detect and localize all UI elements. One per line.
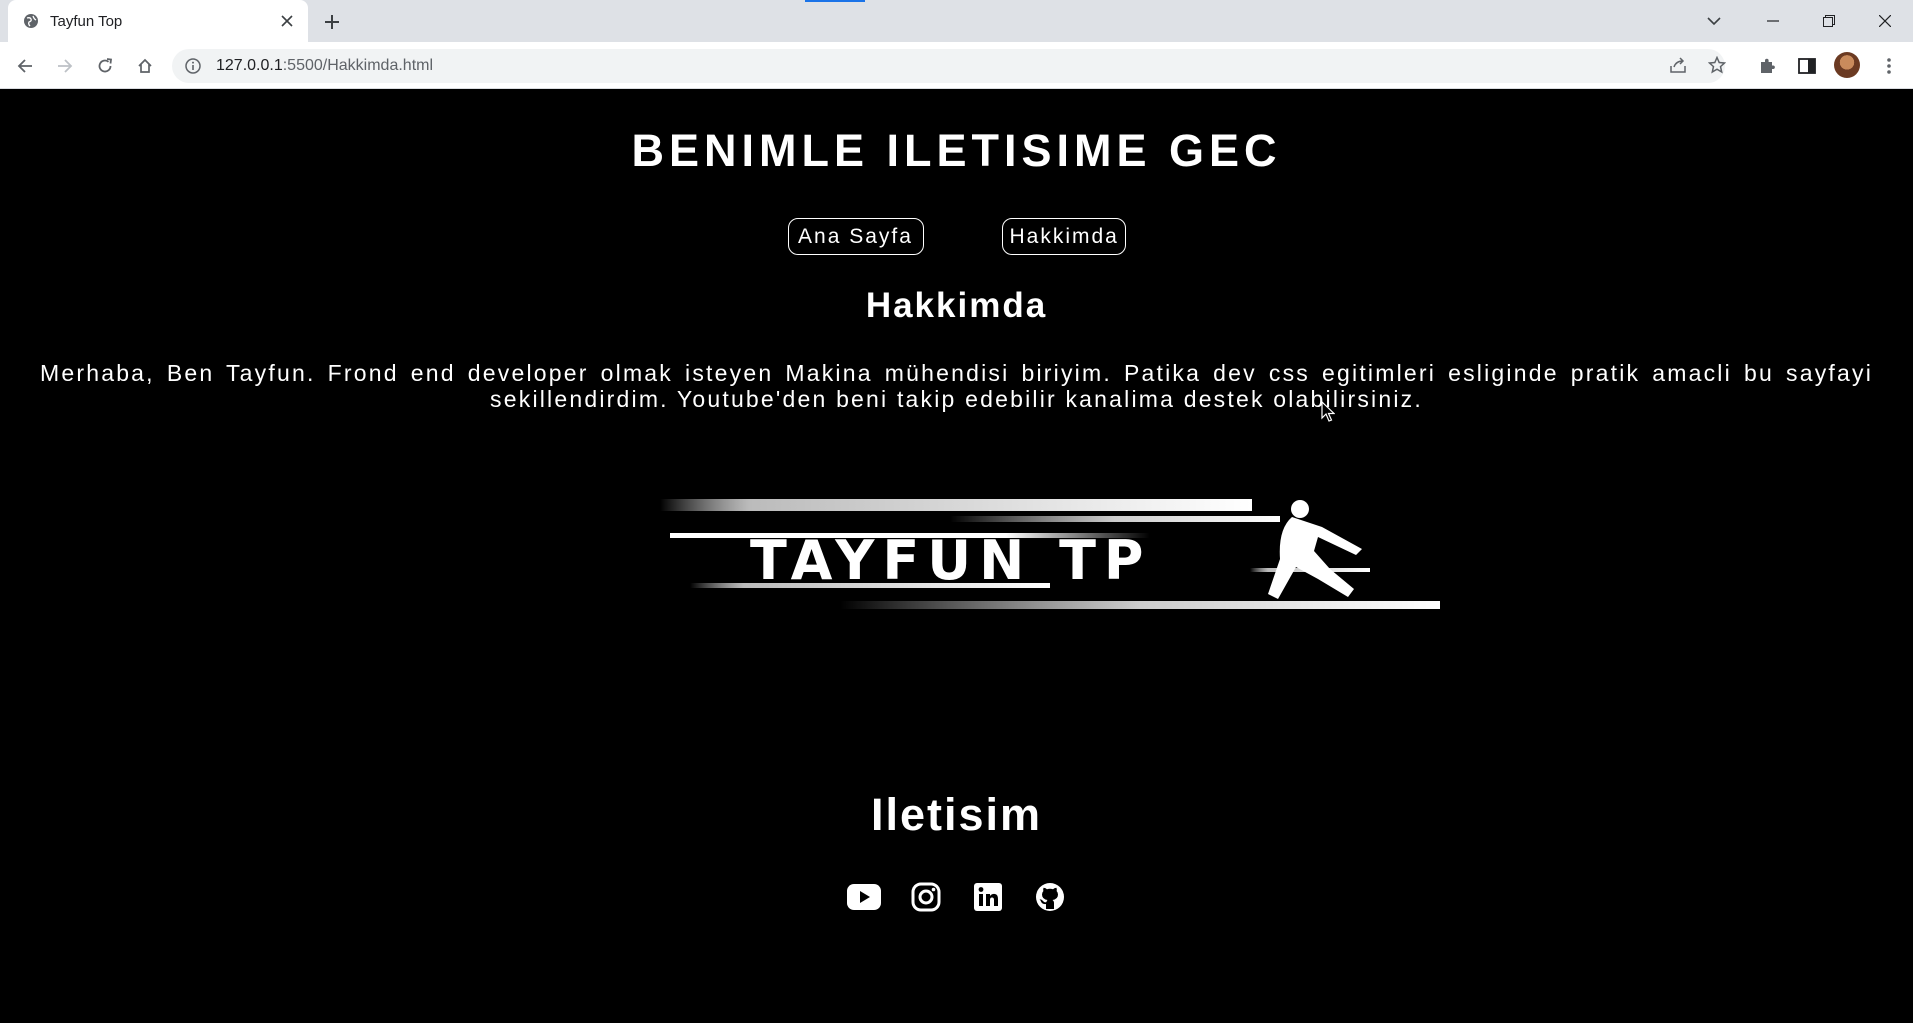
url-host: 127.0.0.1 (216, 57, 283, 74)
site-logo: TAYFUN TP (660, 499, 1440, 609)
about-text: Merhaba, Ben Tayfun. Frond end developer… (40, 360, 1873, 412)
info-icon[interactable] (184, 57, 202, 75)
side-panel-icon[interactable] (1791, 50, 1823, 82)
contact-title: Iletisim (870, 789, 1043, 840)
logo-text: TAYFUN TP (750, 529, 1152, 592)
star-icon[interactable] (1702, 50, 1732, 80)
tab-title: Tayfun Top (50, 12, 123, 30)
plus-icon[interactable] (318, 8, 346, 36)
address-bar[interactable]: 127.0.0.1:5500/Hakkimda.html (172, 49, 1725, 83)
linkedin-icon[interactable] (971, 880, 1005, 914)
browser-toolbar: 127.0.0.1:5500/Hakkimda.html (0, 42, 1913, 89)
forward-arrow-icon[interactable] (49, 50, 81, 82)
loading-indicator (805, 0, 865, 2)
runner-silhouette (1268, 500, 1362, 599)
section-title: Hakkimda (865, 286, 1048, 325)
globe-icon (22, 12, 40, 30)
nav-link-ana-sayfa[interactable]: Ana Sayfa (787, 218, 924, 255)
chevron-down-icon[interactable] (1700, 7, 1728, 35)
close-icon[interactable] (276, 10, 298, 32)
minimize-icon[interactable] (1745, 0, 1801, 42)
speed-line (840, 601, 1440, 609)
youtube-icon[interactable] (846, 880, 881, 914)
window-close-icon[interactable] (1857, 0, 1913, 42)
page-title: BENIMLE ILETISIME GEC (631, 125, 1282, 176)
speed-line (660, 499, 1252, 511)
tab-strip: Tayfun Top (0, 0, 1913, 42)
github-icon[interactable] (1033, 880, 1067, 914)
page-content: BENIMLE ILETISIME GEC Ana Sayfa Hakkimda… (0, 89, 1913, 1023)
reload-icon[interactable] (89, 50, 121, 82)
browser-tab[interactable]: Tayfun Top (8, 0, 308, 42)
instagram-icon[interactable] (909, 880, 943, 914)
home-icon[interactable] (129, 50, 161, 82)
url-path: :5500/Hakkimda.html (282, 57, 434, 74)
speed-line (950, 516, 1280, 522)
restore-icon[interactable] (1801, 0, 1857, 42)
site-nav: Ana Sayfa Hakkimda (0, 218, 1913, 255)
avatar[interactable] (1834, 52, 1860, 78)
social-links (0, 880, 1913, 914)
kebab-menu-icon[interactable] (1873, 50, 1905, 82)
back-arrow-icon[interactable] (9, 50, 41, 82)
url-text: 127.0.0.1:5500/Hakkimda.html (216, 57, 433, 75)
puzzle-icon[interactable] (1751, 50, 1783, 82)
nav-link-hakkimda[interactable]: Hakkimda (1001, 218, 1126, 255)
share-icon[interactable] (1663, 50, 1693, 80)
mouse-cursor (1321, 401, 1335, 422)
